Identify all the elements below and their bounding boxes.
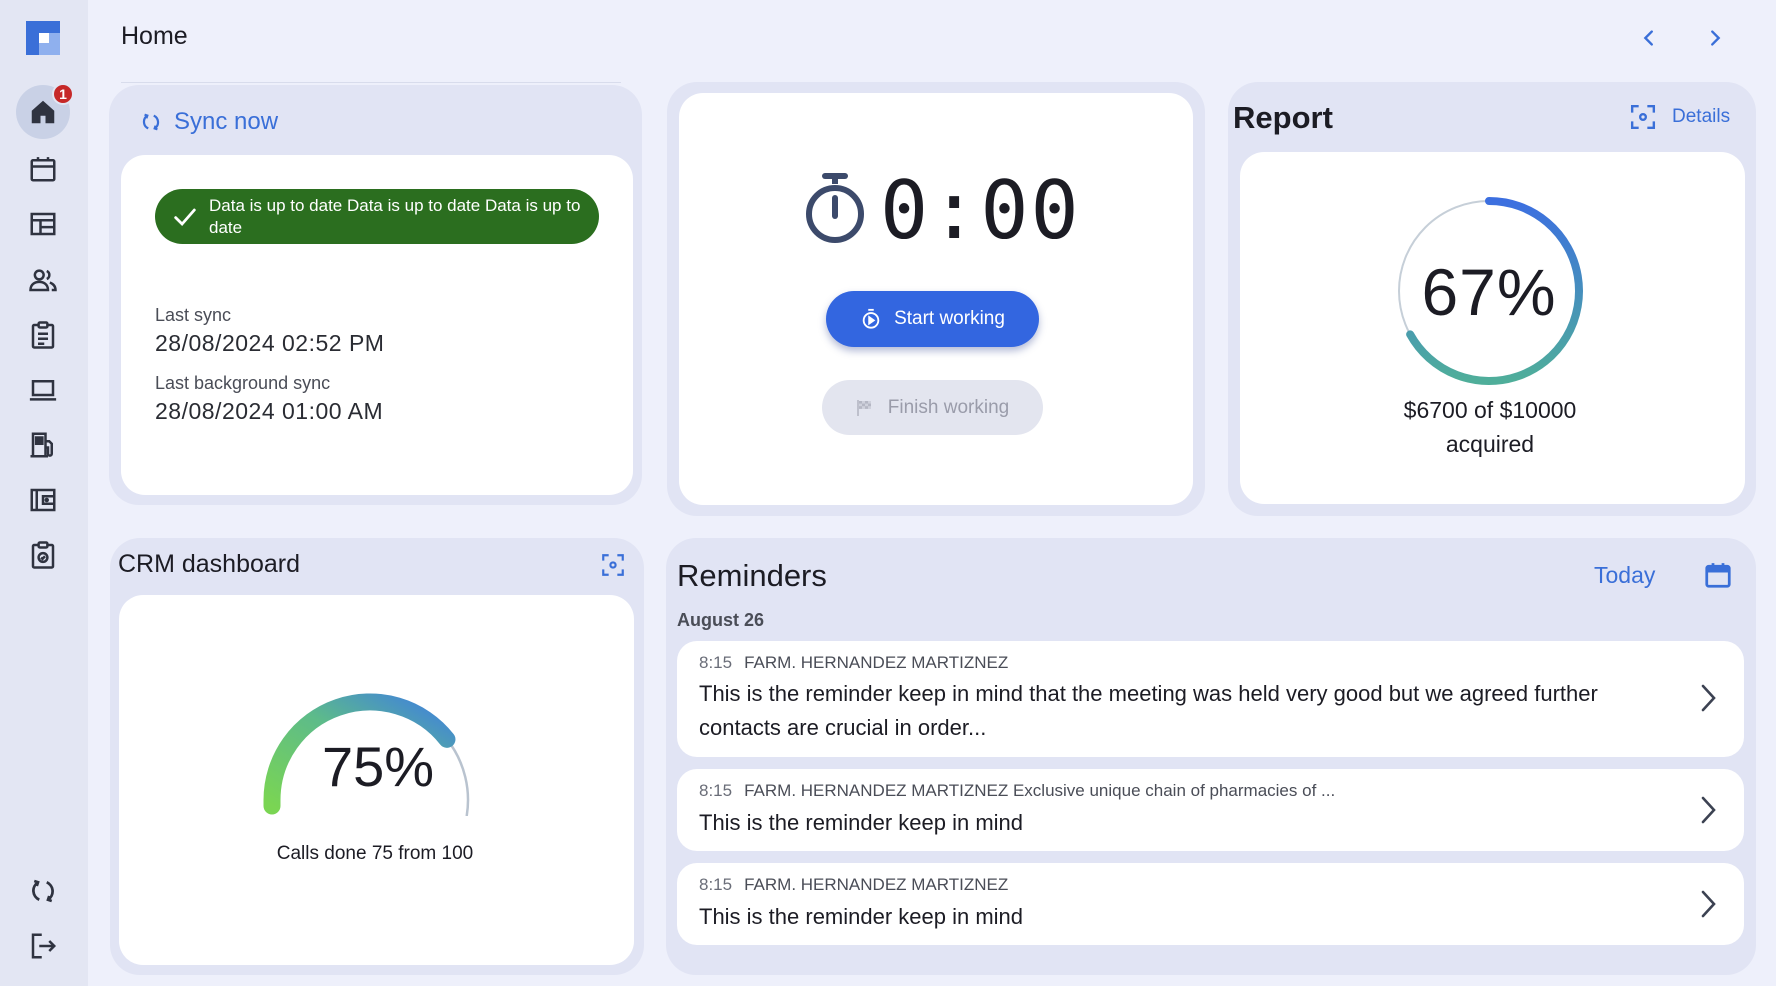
reminder-meta: 8:15 FARM. HERNANDEZ MARTIZNEZ Exclusive … [699, 781, 1335, 801]
notification-badge: 1 [52, 83, 74, 105]
chevron-right-icon [1701, 890, 1716, 918]
report-percent: 67% [1421, 255, 1557, 329]
reminder-client: FARM. HERNANDEZ MARTIZNEZ Exclusive uniq… [744, 781, 1336, 800]
sidebar: 1 [0, 0, 88, 986]
report-details-button[interactable]: Details [1630, 104, 1730, 130]
sync-status-badge: Data is up to date Data is up to date Da… [155, 189, 599, 244]
last-bg-sync-label: Last background sync [155, 373, 331, 393]
sidebar-item-orders[interactable] [16, 528, 70, 582]
next-page-button[interactable] [1697, 20, 1733, 56]
reminder-text: This is the reminder keep in mind that t… [699, 681, 1598, 740]
reminder-text: This is the reminder keep in mind [699, 904, 1024, 929]
sync-now-label: Sync now [174, 108, 279, 135]
start-working-label: Start working [894, 308, 1005, 329]
clipboard-icon [31, 321, 55, 349]
report-caption: $6700 of $10000 acquired [1330, 393, 1650, 461]
fuel-icon [30, 432, 53, 458]
calendar-icon [30, 157, 56, 182]
app-logo [26, 21, 60, 55]
reminder-meta: 8:15 FARM. HERNANDEZ MARTIZNEZ [699, 653, 1008, 673]
table-icon [30, 212, 56, 236]
report-title: Report [1233, 100, 1333, 135]
stopwatch-icon [806, 173, 864, 243]
sidebar-item-sync[interactable] [16, 864, 70, 918]
start-working-button[interactable]: Start working [826, 291, 1039, 347]
sidebar-item-table[interactable] [16, 197, 70, 251]
check-icon [174, 208, 196, 226]
reminder-client: FARM. HERNANDEZ MARTIZNEZ [744, 653, 1009, 672]
reminder-item[interactable]: 8:15 FARM. HERNANDEZ MARTIZNEZ This is th… [677, 641, 1744, 757]
chevron-right-icon [1701, 796, 1716, 824]
last-sync-label: Last sync [155, 305, 232, 325]
crm-caption: Calls done 75 from 100 [276, 843, 474, 864]
sidebar-item-contacts[interactable] [16, 253, 70, 307]
sync-status-text: Data is up to date Data is up to date Da… [209, 195, 581, 237]
flag-icon [856, 399, 871, 416]
finish-working-label: Finish working [887, 396, 1010, 418]
sidebar-item-wallet[interactable] [16, 473, 70, 527]
reminder-meta: 8:15 FARM. HERNANDEZ MARTIZNEZ [699, 875, 1008, 895]
sidebar-item-tasks[interactable] [16, 308, 70, 362]
reminder-client: FARM. HERNANDEZ MARTIZNEZ [744, 875, 1009, 894]
chevron-right-icon [1701, 684, 1716, 712]
logout-icon [31, 933, 57, 959]
reminder-time: 8:15 [699, 653, 733, 672]
home-icon [31, 100, 55, 124]
sync-icon [142, 113, 160, 131]
reminders-title: Reminders [677, 558, 827, 593]
crm-percent: 75% [321, 735, 435, 798]
reminder-item[interactable]: 8:15 FARM. HERNANDEZ MARTIZNEZ Exclusive … [677, 769, 1744, 851]
sidebar-item-devices[interactable] [16, 363, 70, 417]
reminder-text: This is the reminder keep in mind [699, 810, 1024, 835]
timer-play-icon [862, 308, 880, 329]
laptop-icon [29, 380, 57, 401]
report-details-label: Details [1672, 106, 1731, 127]
reminders-date-group: August 26 [677, 610, 765, 630]
clipboard-check-icon [31, 541, 55, 569]
focus-expand-icon [1630, 104, 1656, 130]
last-sync-value: 28/08/2024 02:52 PM [155, 330, 385, 356]
report-caption-status: acquired [1445, 431, 1535, 457]
reminder-time: 8:15 [699, 781, 733, 800]
chevron-left-icon [1643, 30, 1653, 46]
window-edge [1776, 0, 1780, 986]
calendar-picker-icon[interactable] [1703, 560, 1733, 590]
wallet-icon [30, 488, 56, 512]
reminder-item[interactable]: 8:15 FARM. HERNANDEZ MARTIZNEZ This is th… [677, 863, 1744, 945]
sidebar-item-logout[interactable] [16, 919, 70, 973]
last-bg-sync-value: 28/08/2024 01:00 AM [155, 398, 384, 424]
report-caption-amount: $6700 of $10000 [1403, 397, 1577, 423]
sidebar-item-home[interactable]: 1 [16, 83, 74, 139]
chevron-right-icon [1711, 30, 1721, 46]
finish-working-button[interactable]: Finish working [822, 380, 1043, 435]
today-button[interactable]: Today [1594, 562, 1655, 589]
prev-page-button[interactable] [1631, 20, 1667, 56]
sync-icon [32, 879, 54, 903]
people-icon [29, 269, 57, 292]
sidebar-item-fuel[interactable] [16, 418, 70, 472]
sidebar-item-calendar[interactable] [16, 142, 70, 196]
sync-now-button[interactable]: Sync now [140, 108, 278, 136]
header-divider [121, 82, 621, 83]
crm-title: CRM dashboard [118, 550, 301, 578]
timer-display: 0:00 [880, 164, 1081, 257]
page-title: Home [121, 22, 188, 50]
reminder-time: 8:15 [699, 875, 733, 894]
crm-expand-button[interactable] [600, 552, 626, 578]
